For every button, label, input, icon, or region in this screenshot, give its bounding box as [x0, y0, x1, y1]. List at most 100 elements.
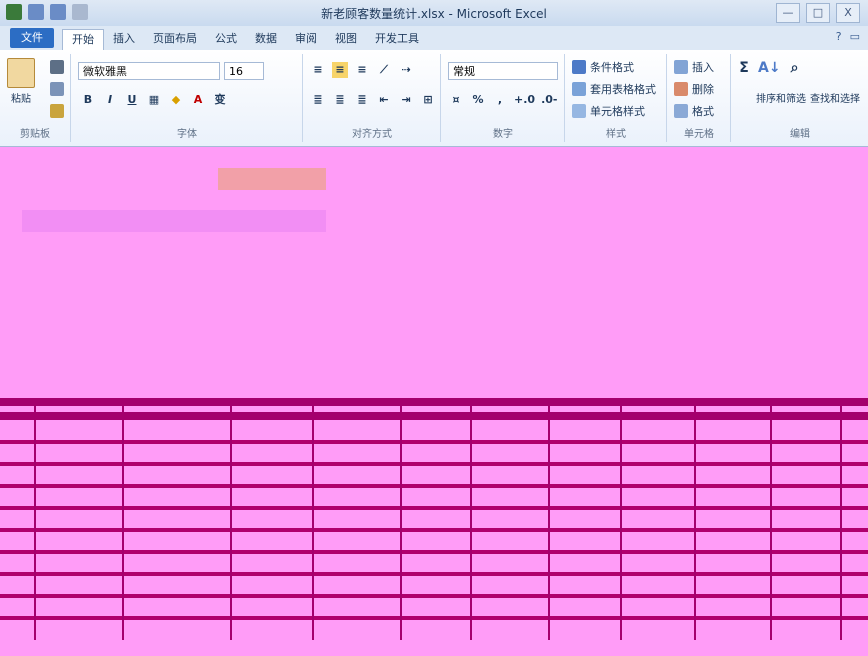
col-line-4	[312, 400, 314, 640]
format-painter-icon[interactable]	[50, 104, 64, 118]
maximize-button[interactable]: □	[806, 3, 830, 23]
italic-button[interactable]: I	[102, 92, 118, 108]
wrap-text-icon[interactable]: ⇢	[398, 62, 414, 78]
underline-button[interactable]: U	[124, 92, 140, 108]
styles-label: 样式	[606, 129, 626, 140]
merge-icon[interactable]: ⊞	[420, 92, 436, 108]
find-select-label[interactable]: 查找和选择	[810, 90, 860, 105]
border-button[interactable]: ▦	[146, 92, 162, 108]
col-line-10	[770, 400, 772, 640]
editing-group: Σ A↓ ⌕ 排序和筛选 查找和选择 编辑	[732, 54, 868, 142]
tab-home[interactable]: 开始	[62, 29, 104, 50]
tab-view[interactable]: 视图	[326, 29, 366, 49]
row-line-4	[0, 506, 868, 510]
row-line-7	[0, 572, 868, 576]
align-middle-icon[interactable]: ≡	[332, 62, 348, 78]
tab-page-layout[interactable]: 页面布局	[144, 29, 206, 49]
editing-icons: Σ A↓ ⌕	[736, 60, 803, 76]
align-top-icon[interactable]: ≡	[310, 62, 326, 78]
editing-labels: 排序和筛选 查找和选择	[756, 90, 860, 105]
conditional-format-icon	[572, 60, 586, 74]
font-group: 微软雅黑 16 B I U ▦ ◆ A 变 字体	[72, 54, 303, 142]
window-title: 新老顾客数量统计.xlsx - Microsoft Excel	[321, 7, 547, 21]
insert-cells-button[interactable]: 插入	[674, 58, 714, 76]
close-button[interactable]: X	[836, 3, 860, 23]
clipboard-label: 剪贴板	[20, 129, 50, 140]
format-cells-button[interactable]: 格式	[674, 102, 714, 120]
ribbon: 粘贴 剪贴板 微软雅黑 16 B I U ▦ ◆ A 变 字体 ≡ ≡ ≡ ⟋ …	[0, 50, 868, 147]
increase-decimal-icon[interactable]: +.0	[514, 92, 535, 108]
sheet-footer	[0, 640, 868, 656]
tab-developer[interactable]: 开发工具	[366, 29, 428, 49]
col-line-11	[840, 400, 842, 640]
file-tab[interactable]: 文件	[10, 28, 54, 48]
ribbon-tabs: 文件 开始 插入 页面布局 公式 数据 审阅 视图 开发工具 ? ▭	[0, 26, 868, 51]
font-size-select[interactable]: 16	[224, 62, 264, 80]
minimize-button[interactable]: —	[776, 3, 800, 23]
format-as-table-button[interactable]: 套用表格格式	[572, 80, 656, 98]
bold-button[interactable]: B	[80, 92, 96, 108]
alignment-bottom-buttons: ≣ ≣ ≣ ⇤ ⇥ ⊞	[310, 92, 436, 108]
table-format-icon	[572, 82, 586, 96]
tab-data[interactable]: 数据	[246, 29, 286, 49]
number-label: 数字	[493, 129, 513, 140]
comma-icon[interactable]: ,	[492, 92, 508, 108]
conditional-format-button[interactable]: 条件格式	[572, 58, 656, 76]
decrease-indent-icon[interactable]: ⇤	[376, 92, 392, 108]
col-line-9	[694, 400, 696, 640]
cell-styles-button[interactable]: 单元格样式	[572, 102, 656, 120]
percent-icon[interactable]: %	[470, 92, 486, 108]
col-line-8	[620, 400, 622, 640]
font-color-button[interactable]: A	[190, 92, 206, 108]
banner-block	[22, 210, 326, 232]
window-controls: — □ X	[776, 3, 860, 23]
orientation-icon[interactable]: ⟋	[376, 62, 392, 78]
align-center-icon[interactable]: ≣	[332, 92, 348, 108]
tab-review[interactable]: 审阅	[286, 29, 326, 49]
decrease-decimal-icon[interactable]: .0-	[541, 92, 557, 108]
col-line-1	[34, 400, 36, 640]
copy-icon[interactable]	[50, 82, 64, 96]
editing-label: 编辑	[790, 129, 810, 140]
col-line-6	[470, 400, 472, 640]
format-icon	[674, 104, 688, 118]
font-family-select[interactable]: 微软雅黑	[78, 62, 220, 80]
minimize-ribbon-icon[interactable]: ▭	[850, 30, 860, 43]
paste-button[interactable]: 粘贴	[6, 58, 36, 105]
delete-icon	[674, 82, 688, 96]
col-line-3	[230, 400, 232, 640]
align-left-icon[interactable]: ≣	[310, 92, 326, 108]
cells-group: 插入 删除 格式 单元格	[668, 54, 731, 142]
find-select-icon[interactable]: ⌕	[787, 60, 803, 76]
currency-icon[interactable]: ¤	[448, 92, 464, 108]
styles-list: 条件格式 套用表格格式 单元格样式	[572, 58, 656, 120]
row-line-2	[0, 462, 868, 466]
font-label: 字体	[177, 129, 197, 140]
align-bottom-icon[interactable]: ≡	[354, 62, 370, 78]
autosum-icon[interactable]: Σ	[736, 60, 752, 76]
cells-label: 单元格	[684, 129, 714, 140]
row-line-3	[0, 484, 868, 488]
delete-cells-button[interactable]: 删除	[674, 80, 714, 98]
highlight-block	[218, 168, 326, 190]
cut-icon[interactable]	[50, 60, 64, 74]
tab-insert[interactable]: 插入	[104, 29, 144, 49]
col-line-5	[400, 400, 402, 640]
alignment-top-buttons: ≡ ≡ ≡ ⟋ ⇢	[310, 62, 414, 78]
data-band-1	[0, 398, 868, 406]
col-line-2	[122, 400, 124, 640]
fill-color-button[interactable]: ◆	[168, 92, 184, 108]
help-icon[interactable]: ?	[836, 30, 842, 43]
paste-icon	[7, 58, 35, 88]
sort-filter-icon[interactable]: A↓	[758, 60, 781, 76]
sort-filter-label[interactable]: 排序和筛选	[756, 90, 806, 105]
cells-list: 插入 删除 格式	[674, 58, 714, 120]
number-format-select[interactable]: 常规	[448, 62, 558, 80]
increase-indent-icon[interactable]: ⇥	[398, 92, 414, 108]
align-right-icon[interactable]: ≣	[354, 92, 370, 108]
alignment-label: 对齐方式	[352, 129, 392, 140]
styles-group: 条件格式 套用表格格式 单元格样式 样式	[566, 54, 667, 142]
tab-list: 开始 插入 页面布局 公式 数据 审阅 视图 开发工具	[62, 29, 428, 50]
tab-formulas[interactable]: 公式	[206, 29, 246, 49]
wen-button[interactable]: 变	[212, 92, 228, 108]
